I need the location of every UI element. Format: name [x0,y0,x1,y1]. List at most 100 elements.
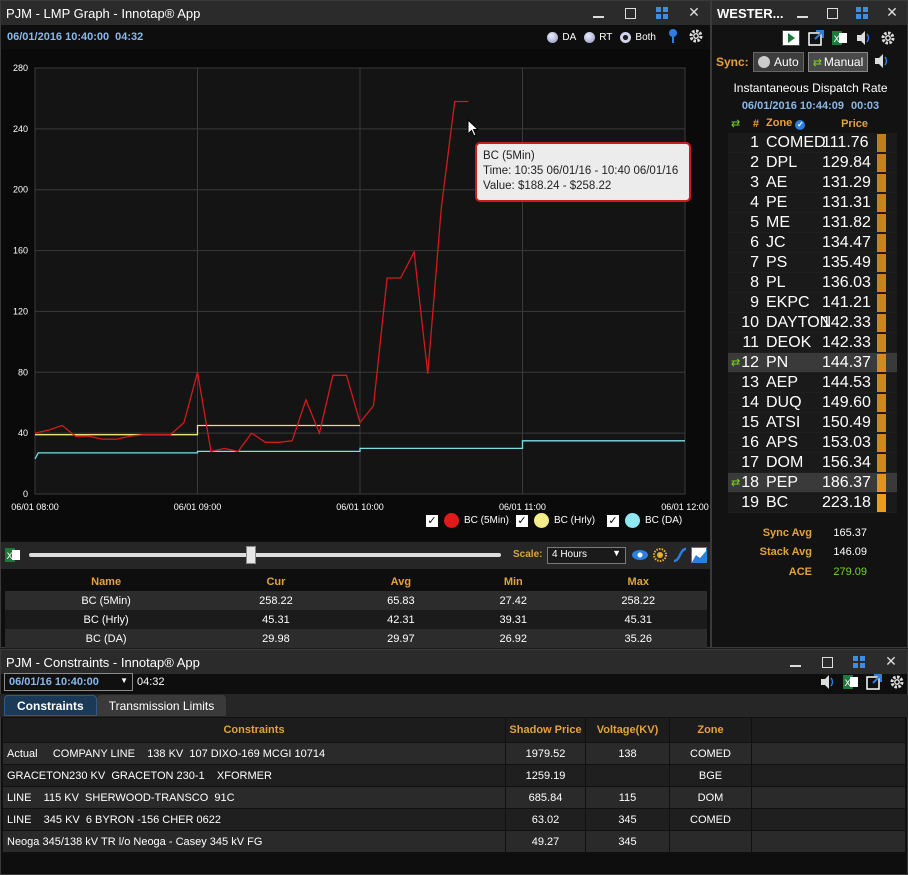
sync-auto-button[interactable]: Auto [753,52,804,72]
zone-row[interactable]: 16 APS 153.03 [728,433,897,453]
eye-icon[interactable] [631,548,649,567]
legend-da-checkbox[interactable]: ✓ [607,514,619,527]
zone-header-zone[interactable]: Zone ✓ [764,117,822,130]
gear-icon[interactable] [880,30,896,51]
cons-header-shadow-price[interactable]: Shadow Price [505,717,586,743]
zone-name: BC [766,493,789,511]
zone-name: DUQ [766,393,802,411]
constraint-row[interactable]: Neoga 345/138 kV TR l/o Neoga - Casey 34… [2,830,906,853]
zone-price: 131.82 [822,213,871,231]
location-pin-icon[interactable] [668,28,678,47]
sun-icon[interactable] [652,547,668,568]
zone-row[interactable]: 13 AEP 144.53 [728,373,897,393]
zone-row[interactable]: 8 PL 136.03 [728,273,897,293]
zone-row[interactable]: 10 DAYTON 142.33 [728,313,897,333]
area-chart-icon[interactable] [691,547,707,568]
zone-row[interactable]: 12 PN 144.37 ⇄ [728,353,897,373]
cons-titlebar[interactable]: PJM - Constraints - Innotap® App ✕ [1,650,907,674]
west-maximize-button[interactable] [817,1,847,25]
maximize-icon [624,7,636,19]
west-titlebar[interactable]: WESTER... ✕ [712,1,907,25]
zone-row[interactable]: 14 DUQ 149.60 [728,393,897,413]
minimize-icon [789,665,801,667]
zone-row[interactable]: 4 PE 131.31 [728,193,897,213]
radio-both[interactable]: Both [620,31,656,43]
stats-row[interactable]: BC (DA) 29.98 29.97 26.92 35.26 [5,629,707,648]
zone-row[interactable]: 6 JC 134.47 [728,233,897,253]
curve-icon[interactable] [672,547,688,568]
radio-rt[interactable]: RT [584,31,612,43]
zone-row[interactable]: 18 PEP 186.37 ⇄ [728,473,897,493]
zone-row[interactable]: 19 BC 223.18 [728,493,897,513]
zone-row[interactable]: 9 EKPC 141.21 [728,293,897,313]
legend-hrly-checkbox[interactable]: ✓ [516,514,528,527]
zone-row[interactable]: 3 AE 131.29 [728,173,897,193]
west-minimize-button[interactable] [787,1,817,25]
date-select[interactable]: 06/01/16 10:40:00 ▼ [4,673,133,691]
tab-transmission-limits[interactable]: Transmission Limits [96,695,227,716]
zone-row[interactable]: 11 DEOK 142.33 [728,333,897,353]
popout-icon[interactable] [866,674,882,695]
time-slider-track[interactable] [29,553,501,557]
close-button[interactable]: ✕ [678,1,710,25]
zone-row[interactable]: 1 COMED 111.76 [728,133,897,153]
zone-num: 4 [750,193,759,211]
popout-icon[interactable] [808,30,824,51]
zone-row[interactable]: 15 ATSI 150.49 [728,413,897,433]
zone-row[interactable]: 2 DPL 129.84 [728,153,897,173]
stats-cell: BC (5Min) [5,591,208,610]
sync-arrows-icon: ⇄ [731,357,741,369]
zone-row[interactable]: 5 ME 131.82 [728,213,897,233]
scale-select[interactable]: 4 Hours ▼ [547,547,626,564]
tile-button[interactable] [646,1,678,25]
excel-icon[interactable]: X [843,674,859,695]
constraint-row[interactable]: Actual COMPANY LINE 138 KV 107 DIXO-169 … [2,742,906,765]
zone-row[interactable]: 7 PS 135.49 [728,253,897,273]
play-icon[interactable] [782,30,800,51]
west-tile-button[interactable] [847,1,877,25]
lmp-chart[interactable]: 0 40 80 120 160 200 240 280 06/01 08:00 06/01 09:… [1,49,710,541]
cons-header-zone[interactable]: Zone [669,717,752,743]
speaker-icon[interactable] [820,674,836,695]
stats-row[interactable]: BC (5Min) 258.22 65.83 27.42 258.22 [5,591,707,610]
cons-header-constraints[interactable]: Constraints [2,717,506,743]
zone-row[interactable]: 17 DOM 156.34 [728,453,897,473]
constraint-row[interactable]: LINE 115 KV SHERWOOD-TRANSCO 91C 685.84 11… [2,786,906,809]
legend-5min-checkbox[interactable]: ✓ [426,514,438,527]
settings-gear-icon[interactable] [688,28,704,47]
sync-manual-button[interactable]: ⇄ Manual [807,52,869,72]
stats-cell: 29.98 [207,629,345,648]
legend-item-da[interactable]: ✓ BC (DA) [607,513,682,528]
speaker-icon[interactable] [874,53,890,72]
minimize-button[interactable] [582,1,614,25]
excel-export-icon[interactable]: X [5,547,21,568]
legend-da-swatch [625,513,640,528]
time-slider-thumb[interactable] [246,546,256,564]
constraint-cell: 115 [585,786,670,809]
west-close-button[interactable]: ✕ [877,1,907,25]
maximize-button[interactable] [614,1,646,25]
legend-item-hrly[interactable]: ✓ BC (Hrly) [516,513,595,528]
cons-minimize-button[interactable] [779,650,811,674]
sync-label: Sync: [716,55,749,69]
speaker-icon[interactable] [856,30,872,51]
constraint-row[interactable]: GRACETON230 KV GRACETON 230-1 XFORMER 125… [2,764,906,787]
cons-close-button[interactable]: ✕ [875,650,907,674]
constraint-row[interactable]: LINE 345 KV 6 BYRON -156 CHER 0622 63.02 3… [2,808,906,831]
excel-icon[interactable]: X [832,30,848,51]
gear-icon[interactable] [889,674,905,695]
cons-maximize-button[interactable] [811,650,843,674]
cons-header-voltage[interactable]: Voltage(KV) [585,717,670,743]
zone-name: PS [766,253,788,271]
lmp-titlebar[interactable]: PJM - LMP Graph - Innotap® App ✕ [1,1,710,25]
radio-both-icon [620,31,632,43]
tab-constraints[interactable]: Constraints [4,695,97,716]
legend-item-5min[interactable]: ✓ BC (5Min) [426,513,509,528]
stats-row[interactable]: BC (Hrly) 45.31 42.31 39.31 45.31 [5,610,707,629]
sync-manual-label: Manual [823,55,864,69]
radio-da[interactable]: DA [547,31,576,43]
zone-price: 150.49 [822,413,871,431]
x-tick-label: 06/01 12:00 [661,502,709,512]
cons-tile-button[interactable] [843,650,875,674]
zone-price-bar [877,473,886,492]
